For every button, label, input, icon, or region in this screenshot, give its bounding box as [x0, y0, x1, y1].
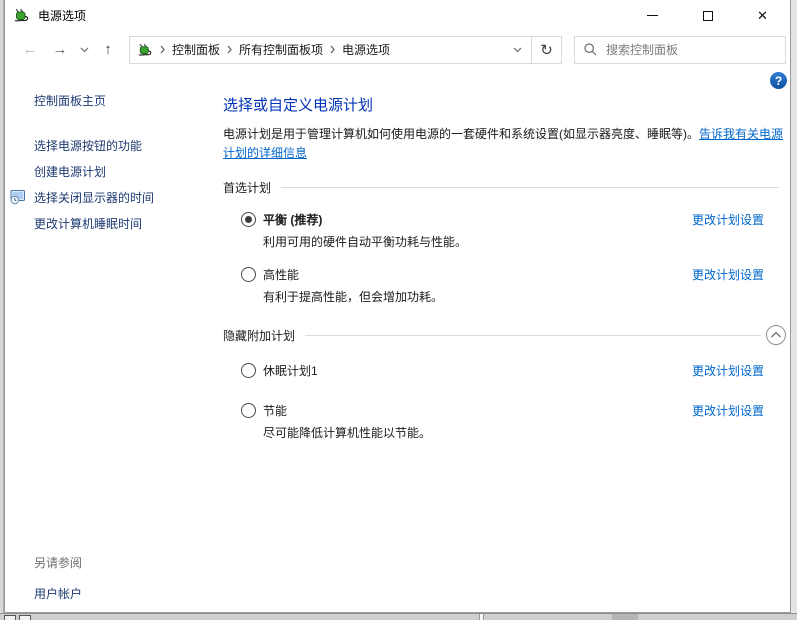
see-also-section: 另请参阅 用户帐户: [34, 554, 82, 602]
plan-name: 节能: [263, 402, 287, 419]
radio-balanced[interactable]: [241, 212, 256, 227]
close-button[interactable]: ✕: [735, 0, 790, 31]
sidebar-item-label: 选择电源按钮的功能: [34, 139, 142, 153]
plan-row-hibernate-plan: 休眠计划1 更改计划设置: [223, 361, 786, 379]
section-rule: [281, 187, 779, 188]
minimize-icon: [647, 15, 658, 16]
chevron-up-icon: [770, 331, 782, 339]
sidebar-item-label: 选择关闭显示器的时间: [34, 191, 154, 205]
see-also-header: 另请参阅: [34, 554, 82, 571]
intro-text: 电源计划是用于管理计算机如何使用电源的一套硬件和系统设置(如显示器亮度、睡眠等)…: [223, 125, 786, 163]
navigation-toolbar: ← → ↑ 控制面板 所有控制面板项 电源选项: [5, 31, 790, 68]
chevron-down-icon: [80, 47, 89, 53]
sidebar-item-create-plan[interactable]: 创建电源计划: [5, 159, 219, 185]
sidebar-item-label: 更改计算机睡眠时间: [34, 217, 142, 231]
sidebar-item-sleep-time[interactable]: 更改计算机睡眠时间: [5, 211, 219, 237]
section-label: 首选计划: [223, 179, 271, 196]
recent-pages-dropdown-button[interactable]: [75, 35, 93, 65]
plan-row-high-performance: 高性能 更改计划设置 有利于提高性能，但会增加功耗。: [223, 265, 786, 305]
sidebar: 控制面板主页 选择电源按钮的功能 创建电源计划: [5, 68, 219, 612]
power-plug-icon: [137, 42, 153, 58]
main-panel: 选择或自定义电源计划 电源计划是用于管理计算机如何使用电源的一套硬件和系统设置(…: [223, 68, 786, 441]
background-chip: [19, 615, 31, 620]
power-options-window: 电源选项 ✕ ← → ↑ 控制面板 所有控: [4, 0, 791, 613]
content-area: ? 控制面板主页 选择电源按钮的功能 创建电源计划: [5, 68, 790, 612]
section-label: 隐藏附加计划: [223, 327, 295, 344]
sleep-sphere-icon: [10, 215, 26, 231]
sidebar-item-user-accounts[interactable]: 用户帐户: [34, 585, 82, 602]
radio-hibernate-plan[interactable]: [241, 363, 256, 378]
sidebar-item-label: 创建电源计划: [34, 165, 106, 179]
back-button[interactable]: ←: [15, 35, 45, 65]
plan-description: 利用可用的硬件自动平衡功耗与性能。: [263, 233, 786, 250]
breadcrumb-all-items[interactable]: 所有控制面板项: [239, 41, 323, 58]
change-plan-settings-link[interactable]: 更改计划设置: [692, 362, 764, 379]
sidebar-item-power-buttons[interactable]: 选择电源按钮的功能: [5, 133, 219, 159]
breadcrumb-separator-icon: [220, 45, 239, 54]
search-input[interactable]: [606, 43, 776, 57]
background-window-bottom-edge: [0, 613, 797, 620]
change-plan-settings-link[interactable]: 更改计划设置: [692, 266, 764, 283]
window-title: 电源选项: [38, 7, 86, 24]
maximize-button[interactable]: [680, 0, 735, 31]
forward-button[interactable]: →: [45, 35, 75, 65]
maximize-icon: [703, 11, 713, 21]
address-history-dropdown-button[interactable]: [503, 37, 531, 63]
background-chip: [4, 615, 16, 620]
breadcrumb-power-options[interactable]: 电源选项: [342, 41, 390, 58]
display-clock-icon: [10, 189, 26, 205]
sidebar-item-display-off-time[interactable]: 选择关闭显示器的时间: [5, 185, 219, 211]
change-plan-settings-link[interactable]: 更改计划设置: [692, 402, 764, 419]
plan-name: 休眠计划1: [263, 362, 318, 379]
search-box[interactable]: [574, 36, 786, 64]
close-icon: ✕: [757, 9, 768, 22]
radio-high-performance[interactable]: [241, 267, 256, 282]
plan-description: 有利于提高性能，但会增加功耗。: [263, 288, 786, 305]
breadcrumb-separator-icon: [153, 45, 172, 54]
search-icon: [584, 43, 597, 56]
address-bar-end: ↻: [503, 37, 561, 63]
section-header-hidden-plans: 隐藏附加计划: [223, 325, 786, 345]
chevron-down-icon: [513, 47, 522, 53]
plan-row-balanced: 平衡 (推荐) 更改计划设置 利用可用的硬件自动平衡功耗与性能。: [223, 210, 786, 250]
breadcrumb-separator-icon: [323, 45, 342, 54]
power-plug-icon: [13, 7, 30, 24]
up-button[interactable]: ↑: [93, 35, 123, 65]
plan-name: 高性能: [263, 266, 299, 283]
collapse-section-button[interactable]: [766, 325, 786, 345]
section-rule: [305, 335, 761, 336]
page-title: 选择或自定义电源计划: [223, 94, 786, 115]
plan-name: 平衡 (推荐): [263, 211, 322, 228]
address-bar[interactable]: 控制面板 所有控制面板项 电源选项 ↻: [129, 36, 562, 64]
intro-body: 电源计划是用于管理计算机如何使用电源的一套硬件和系统设置(如显示器亮度、睡眠等)…: [223, 127, 699, 141]
sidebar-task-list: 选择电源按钮的功能 创建电源计划 选择关闭显示器的时间: [5, 133, 219, 237]
refresh-button[interactable]: ↻: [531, 37, 561, 63]
plan-description: 尽可能降低计算机性能以节能。: [263, 424, 786, 441]
change-plan-settings-link[interactable]: 更改计划设置: [692, 211, 764, 228]
background-divider: [479, 614, 484, 620]
minimize-button[interactable]: [625, 0, 680, 31]
plan-row-power-saver: 节能 更改计划设置 尽可能降低计算机性能以节能。: [223, 401, 786, 441]
section-header-preferred-plans: 首选计划: [223, 179, 786, 196]
title-bar: 电源选项 ✕: [5, 0, 790, 31]
radio-power-saver[interactable]: [241, 403, 256, 418]
sidebar-item-control-panel-home[interactable]: 控制面板主页: [34, 92, 219, 109]
background-scrollbar: [612, 614, 638, 620]
breadcrumb-control-panel[interactable]: 控制面板: [172, 41, 220, 58]
